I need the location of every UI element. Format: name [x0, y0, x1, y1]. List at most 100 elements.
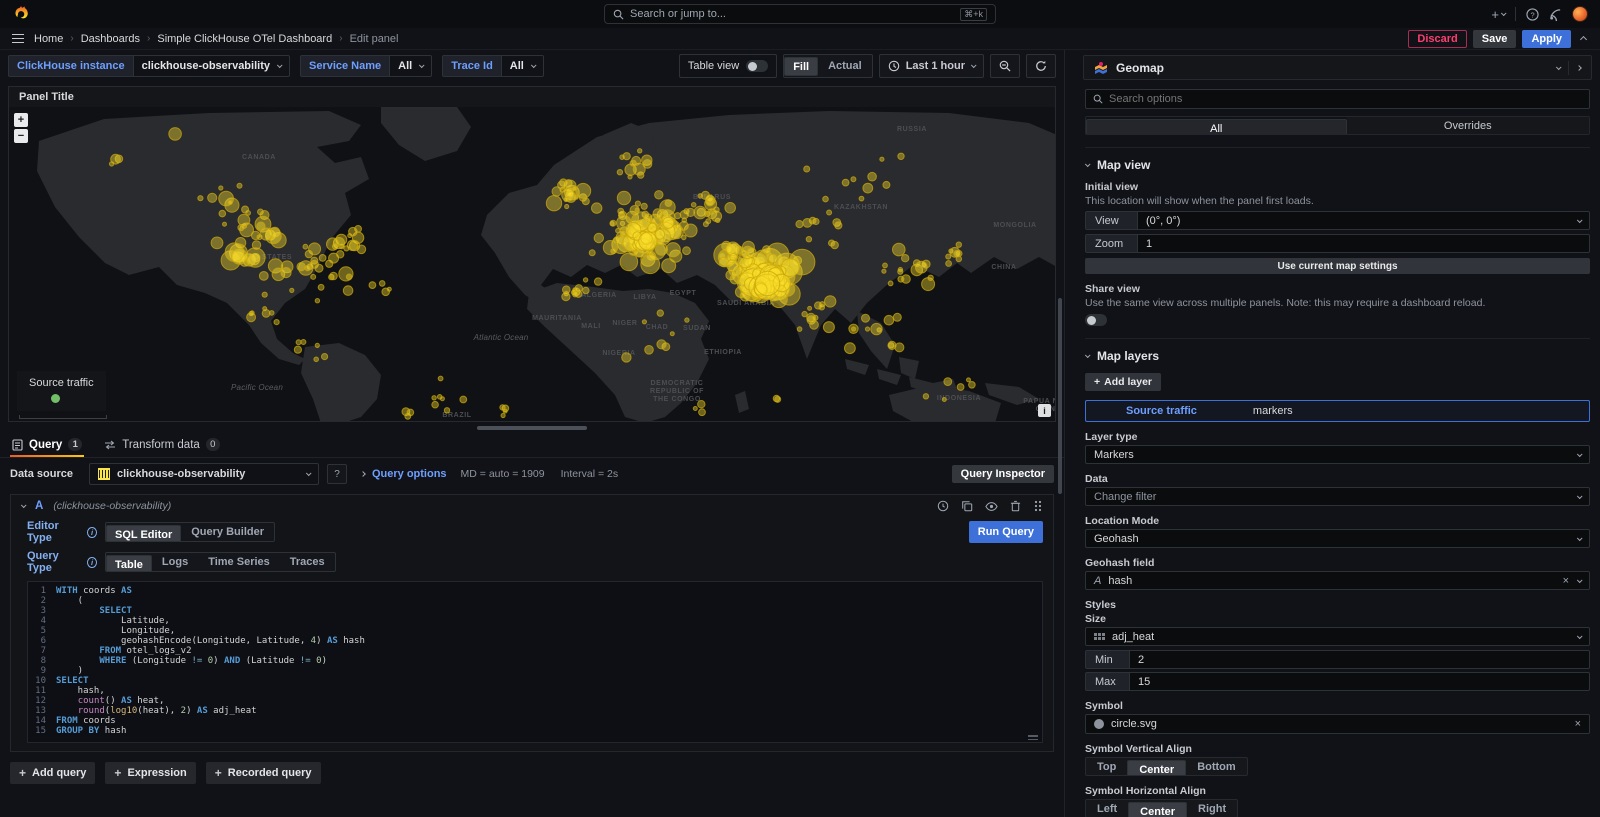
table-view-toggle[interactable] — [746, 60, 768, 72]
query-header[interactable]: A (clickhouse-observability) — [11, 495, 1053, 517]
breadcrumb-edit-panel: Edit panel — [350, 33, 399, 45]
map-zoom-out-button[interactable]: − — [14, 129, 28, 143]
history-icon[interactable] — [937, 500, 949, 512]
add-layer-button[interactable]: +Add layer — [1085, 373, 1161, 391]
clear-icon[interactable]: × — [1563, 575, 1569, 587]
user-avatar[interactable] — [1572, 6, 1588, 22]
share-view-toggle[interactable] — [1085, 314, 1107, 326]
tab-query[interactable]: Query 1 — [10, 438, 84, 457]
help-icon[interactable]: ? — [1526, 8, 1539, 21]
news-icon[interactable] — [1549, 8, 1562, 21]
collapse-topbar-icon[interactable] — [1577, 33, 1590, 45]
layer-type-select[interactable]: Markers — [1085, 445, 1590, 464]
geohash-field-select[interactable]: Ahash× — [1085, 571, 1590, 590]
variable-value-dropdown[interactable]: All — [389, 55, 432, 77]
svg-text:DEMOCRATIC: DEMOCRATIC — [651, 380, 704, 387]
breadcrumb-separator: › — [70, 33, 73, 44]
location-mode-select[interactable]: Geohash — [1085, 529, 1590, 548]
sql-editor[interactable]: 1WITH coords AS2 (3 SELECT4 Latitude,5 L… — [27, 581, 1043, 743]
grafana-logo[interactable] — [12, 5, 30, 23]
recorded-query-button[interactable]: +Recorded query — [206, 762, 321, 784]
query-type-logs[interactable]: Logs — [152, 553, 198, 571]
tab-transform-data[interactable]: Transform data 0 — [102, 438, 222, 457]
use-current-map-settings-button[interactable]: Use current map settings — [1085, 258, 1590, 274]
discard-button[interactable]: Discard — [1408, 30, 1466, 48]
save-button[interactable]: Save — [1473, 30, 1517, 48]
sql-code[interactable]: 1WITH coords AS2 (3 SELECT4 Latitude,5 L… — [28, 586, 1042, 736]
zoom-out-time-button[interactable] — [990, 54, 1020, 78]
apply-button[interactable]: Apply — [1522, 30, 1571, 48]
breadcrumb-home[interactable]: Home — [34, 33, 63, 45]
query-datasource-hint: (clickhouse-observability) — [53, 500, 171, 512]
collapse-options-icon[interactable] — [1576, 65, 1582, 71]
query-inspector-button[interactable]: Query Inspector — [952, 465, 1054, 483]
global-search[interactable]: ⌘+k — [604, 4, 996, 24]
query-options-toggle[interactable]: Query options — [361, 468, 447, 480]
time-range-picker[interactable]: Last 1 hour — [879, 54, 984, 78]
clickhouse-icon — [98, 468, 110, 480]
panel-title[interactable]: Panel Title — [9, 87, 1055, 107]
query-type-table[interactable]: Table — [106, 555, 152, 572]
map-zoom-in-button[interactable]: + — [14, 113, 28, 127]
view-select[interactable]: (0°, 0°) — [1137, 211, 1590, 230]
main-area: ClickHouse instance clickhouse-observabi… — [0, 50, 1600, 817]
query-type-timeseries[interactable]: Time Series — [198, 553, 280, 571]
new-menu-button[interactable]: + — [1491, 7, 1505, 22]
collapse-query-icon[interactable] — [21, 502, 27, 508]
drag-handle-icon[interactable] — [1033, 500, 1043, 512]
search-input[interactable] — [630, 8, 954, 20]
valign-top[interactable]: Top — [1086, 758, 1127, 775]
fill-option[interactable]: Fill — [784, 57, 818, 76]
datasource-help-button[interactable]: ? — [327, 464, 347, 484]
menu-toggle-icon[interactable] — [10, 32, 26, 46]
max-field: Max 15 — [1085, 672, 1590, 691]
datasource-picker[interactable]: clickhouse-observability — [89, 463, 319, 485]
tab-overrides[interactable]: Overrides — [1347, 117, 1590, 134]
run-query-button[interactable]: Run Query — [969, 521, 1043, 543]
variable-value-dropdown[interactable]: All — [501, 55, 544, 77]
data-select[interactable]: Change filter — [1085, 487, 1590, 506]
halign-center[interactable]: Center — [1128, 802, 1187, 817]
options-search-input[interactable] — [1109, 93, 1582, 105]
options-search[interactable] — [1085, 89, 1590, 109]
trash-icon[interactable] — [1010, 500, 1021, 512]
copy-icon[interactable] — [961, 500, 973, 512]
breadcrumb-dashboards[interactable]: Dashboards — [81, 33, 140, 45]
actual-option[interactable]: Actual — [818, 55, 872, 77]
query-type-traces[interactable]: Traces — [280, 553, 335, 571]
halign-left[interactable]: Left — [1086, 800, 1128, 817]
zoom-input[interactable]: 1 — [1137, 234, 1590, 253]
map-layers-section-header[interactable]: Map layers — [1085, 349, 1590, 363]
chevron-down-icon[interactable] — [1556, 64, 1562, 70]
scrollbar[interactable] — [1058, 298, 1062, 494]
info-icon: i — [87, 557, 97, 568]
valign-bottom[interactable]: Bottom — [1186, 758, 1247, 775]
max-input[interactable]: 15 — [1129, 672, 1590, 691]
breadcrumb-dashboard-name[interactable]: Simple ClickHouse OTel Dashboard — [157, 33, 332, 45]
layer-item-source-traffic[interactable]: Source traffic markers — [1085, 400, 1590, 422]
editor-resize-handle[interactable] — [1028, 733, 1038, 740]
visualization-picker[interactable]: Geomap — [1083, 55, 1592, 80]
map-view-section-header[interactable]: Map view — [1085, 158, 1590, 172]
svg-text:ETHIOPIA: ETHIOPIA — [704, 349, 742, 356]
eye-icon[interactable] — [985, 501, 998, 512]
size-field-select[interactable]: adj_heat — [1085, 627, 1590, 646]
refresh-button[interactable] — [1026, 54, 1056, 78]
symbol-select[interactable]: circle.svg× — [1085, 714, 1590, 734]
share-view-label: Share view — [1085, 283, 1590, 295]
query-builder-option[interactable]: Query Builder — [181, 523, 274, 541]
clear-icon[interactable]: × — [1575, 718, 1581, 730]
variable-label: ClickHouse instance — [8, 55, 133, 77]
variable-value-dropdown[interactable]: clickhouse-observability — [133, 55, 290, 77]
halign-right[interactable]: Right — [1187, 800, 1237, 817]
valign-center[interactable]: Center — [1127, 760, 1186, 776]
pane-splitter[interactable] — [0, 422, 1064, 434]
svg-text:CHAD: CHAD — [646, 324, 669, 331]
min-input[interactable]: 2 — [1129, 650, 1590, 669]
tab-all[interactable]: All — [1086, 119, 1347, 135]
world-map[interactable]: CANADAUNITED STATESRUSSIABELARUSKAZAKHST… — [9, 107, 1055, 421]
map-attribution-icon[interactable]: i — [1038, 404, 1051, 417]
expression-button[interactable]: +Expression — [105, 762, 195, 784]
add-query-button[interactable]: +Add query — [10, 762, 95, 784]
sql-editor-option[interactable]: SQL Editor — [106, 525, 181, 542]
